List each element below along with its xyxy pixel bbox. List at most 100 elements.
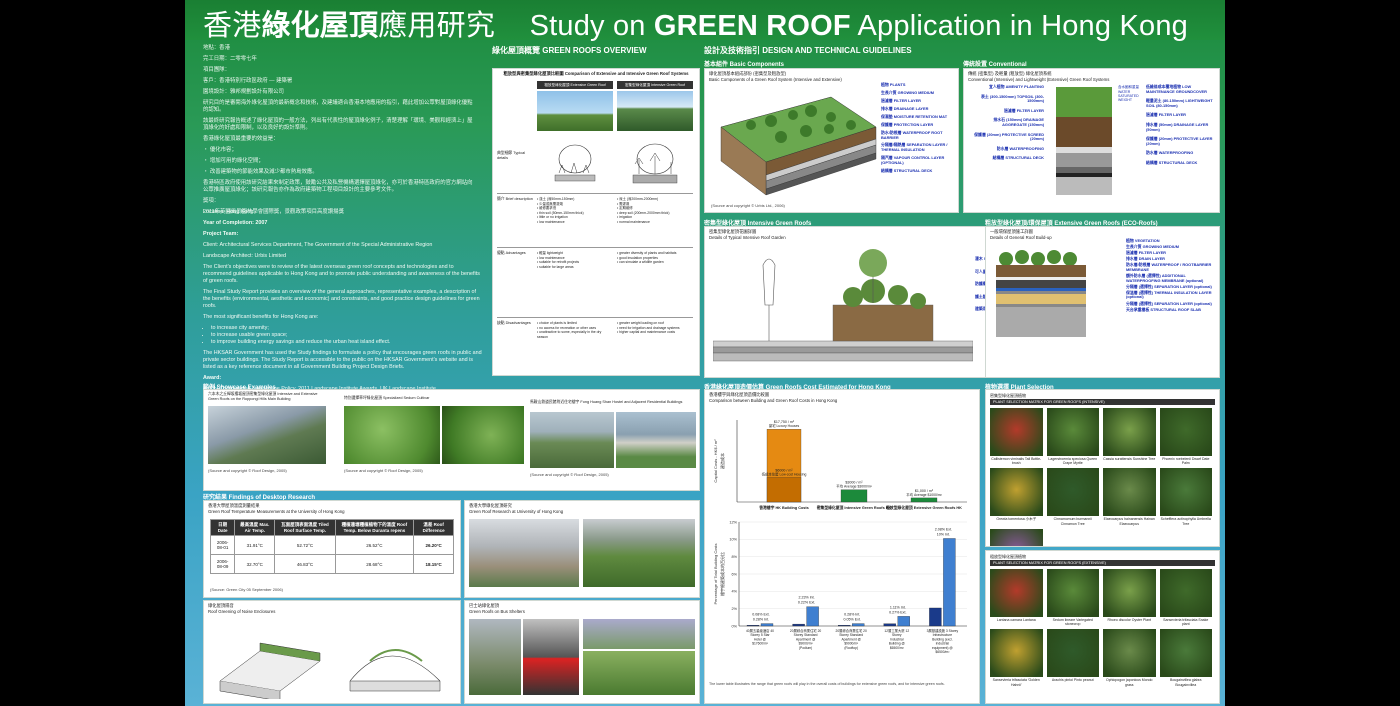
diagram-label: 保護層 (20mm) PROTECTIVE LAYER (20mm)	[1146, 136, 1213, 146]
tick-label: 0%	[732, 624, 738, 628]
basic-fig-title-en: Basic Components of a Green Roof System …	[709, 77, 842, 82]
diagram-label: 結構層 STRUCTURAL DECK	[881, 167, 933, 173]
intensive-fig-title-cn: 密集型綠化屋頂花園詳圖	[709, 229, 757, 234]
conv-center-label: 含水飽和重量 WATER SATURATED WEIGHT	[1118, 85, 1139, 102]
plant-photo	[1103, 569, 1156, 617]
title-banner: 香港綠化屋頂應用研究 Study on GREEN ROOF Applicati…	[185, 0, 1225, 42]
hku-title-en: Green Roof Research at University of Hon…	[469, 509, 564, 514]
plants-intensive-panel: 密集型綠化屋頂植物 PLANT SELECTION MATRIX FOR GRE…	[985, 389, 1220, 547]
bar	[943, 538, 956, 627]
hku-photo-green	[583, 519, 695, 587]
plant-name: Sansevieria trifasciata Snake plant	[1163, 618, 1209, 627]
bus-title-en: Green Roofs on Bus Shelters	[469, 609, 525, 614]
category-label: 20層綜合商業住宅 20 Storey Standard Apartment @ $9…	[790, 628, 821, 650]
overview-bullet: • suitable for large areas	[537, 264, 574, 269]
showcase-item3-title: 馬鞍山鉄道民館附近住宅樓宇 Fong Huang Shan Hostel and…	[530, 400, 683, 404]
diagram-label: 額外防水層 (選擇性) ADDITIONAL WATERPROOFING MEM…	[1126, 273, 1204, 283]
bar	[897, 616, 910, 627]
plant-photo	[1159, 629, 1212, 678]
bar	[792, 623, 805, 627]
plants-extensive-grid: Lantana camara Lantana Sedum lineare Vari…	[990, 569, 1216, 690]
cost-chart2-note: The lower table illustrates the range th…	[709, 682, 945, 686]
location-en: Location: Hong Kong	[203, 209, 254, 215]
extensive-buildup-drawing	[996, 250, 1086, 337]
table-cell: 52.72°C	[274, 535, 336, 555]
diagram-label: 隔汽層 VAPOUR CONTROL LAYER (OPTIONAL)	[881, 155, 945, 165]
table-cell: 32.70°C	[234, 554, 276, 574]
intensive-roof-photo	[617, 91, 693, 131]
title-en-part: Study on	[529, 10, 654, 42]
benefits-list-en: to increase city amenity; to increase us…	[203, 325, 483, 346]
bus-photo-4	[583, 651, 695, 695]
diagram-label: 過濾層 FILTER LAYER	[1126, 250, 1166, 256]
table-header: 種植蓮塘種植植物下的溫度 Roof Temp. Below Duranta re…	[334, 519, 415, 536]
table-cell: 31.91°C	[234, 535, 276, 555]
tick-label: 8%	[732, 555, 738, 559]
hku-title: 香港大學綠化屋頂研究 Green Roof Research at Univers…	[465, 501, 699, 517]
bar	[929, 607, 942, 627]
table-header: 最高溫度 Max. Air Temp.	[234, 519, 276, 536]
showcase-item1-src: (Source and copyright © Roof Design, 200…	[208, 468, 287, 473]
plant-photo	[990, 408, 1043, 456]
extensive-panel: 一般環保屋頂施工詳圖 Details of General Roof Build-…	[985, 226, 1220, 378]
intensive-section-drawing	[713, 249, 973, 362]
category-label: 香港樓宇 HK Building Costs	[758, 505, 809, 510]
temperature-table: 日期 Date 最高溫度 Max. Air Temp. 瓦面屋頂表面溫度 Tiled…	[209, 519, 454, 574]
benefit-en: to increase city amenity;	[211, 325, 483, 332]
table-row: 2006-08-09 32.70°C 46.83°C 28.68°C 18.15°C	[209, 554, 454, 574]
project-text-en: Location: Hong Kong Year of Completion: …	[203, 209, 483, 397]
plants-matrix2-title: PLANT SELECTION MATRIX FOR GREEN ROOFS (…	[990, 560, 1215, 566]
bar-tag: 2.23% Int.	[799, 596, 815, 600]
bus-title-cn: 巴士站綠化屋頂	[469, 603, 500, 608]
y-axis-label: Percentage of Total Building Costs	[713, 543, 718, 604]
bus-title: 巴士站綠化屋頂 Green Roofs on Bus Shelters	[465, 601, 699, 617]
plants-extensive-panel: 粗放型綠化屋頂植物 PLANT SELECTION MATRIX FOR GRE…	[985, 550, 1220, 704]
cost-chart-1: Capital Costs - HK$ / m² 建造成本$17,750 / m²…	[713, 420, 967, 510]
overview-table: 粗放型綠化屋頂 Extensive Green Roof 密集型綠化屋頂 Int…	[497, 81, 695, 371]
cost-chart1-title-en: Comparison between Building and Green Ro…	[709, 398, 838, 403]
table-cell: 2006-08-09	[209, 554, 236, 574]
showcase-item3-src: (Source and copyright © Roof Design, 200…	[530, 472, 609, 477]
table-row: 2006-08-01 31.91°C 52.72°C 26.52°C 26.20°C	[209, 535, 454, 555]
showcase-panel: 六本木之丘櫸坂櫻坂屋頂密集型綠化屋頂 Intensive and Extensi…	[203, 389, 700, 491]
tick-label: 4%	[732, 590, 738, 594]
bar	[852, 623, 865, 627]
diagram-label: 過濾層 FILTER LAYER	[881, 97, 921, 103]
team-head-en: Project Team:	[203, 231, 239, 237]
table-cell: 18.15°C	[413, 554, 454, 574]
diagram-label: 排水層 DRAINAGE LAYER	[881, 105, 929, 111]
plant-card: Sansevieria trifasciata Snake plant	[1159, 569, 1212, 627]
row-label: 簡介 Brief description	[497, 197, 533, 201]
category-label: 12層工業大廈 12 Storey Industrial Building @ $650…	[884, 628, 909, 650]
extensive-labels: 植物 VEGETATION 生長介質 GROWING MEDIUM 過濾層 FILT…	[1126, 238, 1218, 314]
year-en: Year of Completion: 2007	[203, 220, 268, 226]
plant-photo	[1159, 468, 1212, 517]
bar	[883, 623, 896, 627]
bar	[910, 497, 938, 503]
showcase-item2-title: 特別選擇草坪綠化屋頂 Specialized Sedum Cultivar	[344, 396, 430, 400]
bus-photo-2	[523, 619, 579, 695]
overview-panel: 粗放型與密集型綠化屋頂比較圖 Comparison of Extensive a…	[492, 68, 700, 376]
plant-card: Rhoeo discolor Oyster Plant	[1103, 569, 1156, 622]
category-label: 20層綜合商業住宅 20 Storey Standard Apartment @ $9…	[836, 628, 867, 650]
overview-bullet: • higher capital and maintenance costs	[617, 330, 676, 335]
y-axis-label-cn: 樓宇總建築成本的百分比	[719, 552, 725, 596]
basic-components-illustration	[720, 96, 877, 196]
findings-temp-panel: 香港大學屋頂溫度測量結果 Green Roof Temperature Measu…	[203, 500, 461, 598]
bar-label: 低成本住屋 Low-cost Housing	[762, 471, 807, 476]
cost-chart-2: Percentage of Total Building Costs 樓宇總建築成…	[713, 520, 967, 654]
client-en: Client: Architectural Services Departmen…	[203, 242, 433, 248]
overview-col2-header: 密集型綠化屋頂 Intensive Green Roof	[617, 81, 693, 89]
diagram-label: 排水層 DRAIN LAYER	[1126, 256, 1165, 262]
architect-cn: 園境設計：雅邦規劃設計有限公司	[203, 89, 284, 95]
plant-card: Sedum lineare Variegated stonecrop	[1046, 569, 1099, 626]
diagram-label: 分隔層/隔熱層 SEPARATION LAYER / THERMAL INSUL…	[881, 142, 948, 153]
overview-bullet: • unattractive to some, especially in th…	[537, 330, 602, 339]
bar-tag: 0.22% Ext.	[798, 601, 815, 605]
noise-enclosure-drawings	[219, 642, 441, 699]
cost-chart1-title: 香港樓宇與綠化屋頂造價比較圖 Comparison between Buildin…	[705, 390, 979, 406]
row-label: 優點 Advantages	[497, 251, 526, 255]
conventional-section	[1056, 87, 1112, 195]
table-cell: 46.83°C	[274, 554, 336, 574]
findings-temp-title-en: Green Roof Temperature Measurements at t…	[208, 509, 345, 514]
